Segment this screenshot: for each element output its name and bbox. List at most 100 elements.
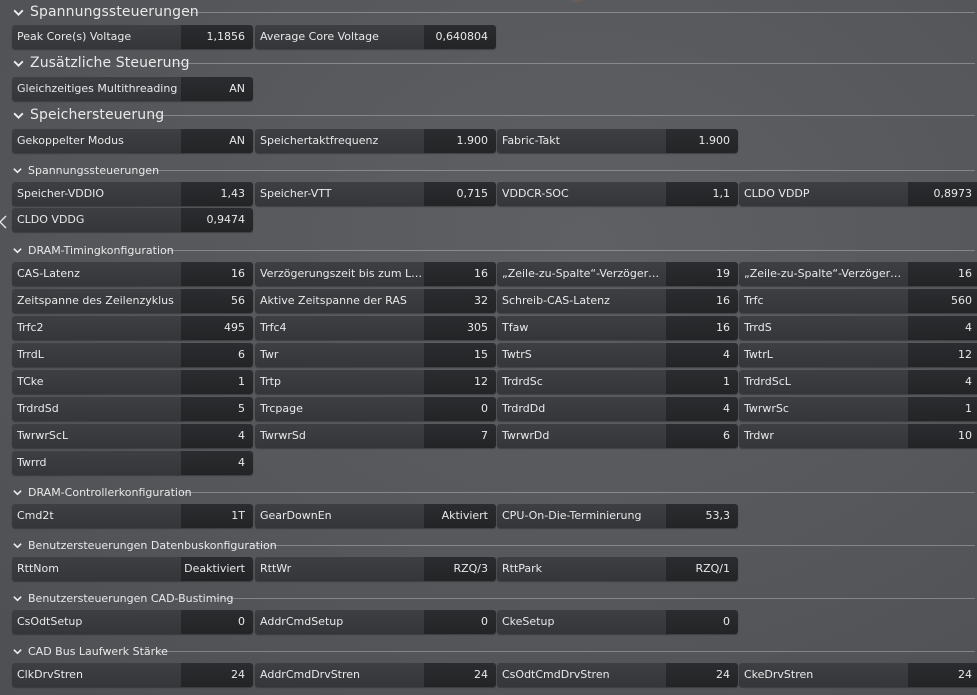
setting-value[interactable]: 0,8973 [908,182,977,206]
setting-value[interactable]: RZQ/1 [666,557,738,581]
setting-field[interactable]: TwrwrScL 4 [12,424,253,448]
setting-value[interactable]: AN [181,129,253,153]
setting-field[interactable]: RttWr RZQ/3 [255,557,496,581]
setting-field[interactable]: Fabric-Takt 1.900 [497,129,738,153]
setting-value[interactable]: 0 [181,610,253,634]
chevron-down-icon[interactable] [12,109,25,122]
setting-value[interactable]: 16 [424,262,496,286]
setting-value[interactable]: 6 [181,343,253,367]
setting-field[interactable]: Speicher-VTT 0,715 [255,182,496,206]
section-header-cad-drive[interactable]: CAD Bus Laufwerk Stärke [0,640,977,662]
setting-field[interactable]: CLDO VDDP 0,8973 [739,182,977,206]
setting-field[interactable]: Verzögerungszeit bis zum Lade... 16 [255,262,496,286]
setting-field[interactable]: Aktive Zeitspanne der RAS 32 [255,289,496,313]
section-header-memory[interactable]: Speichersteuerung [0,104,977,126]
setting-value[interactable]: 1,1856 [181,25,253,49]
setting-field[interactable]: Tfaw 16 [497,316,738,340]
section-header-extra[interactable]: Zusätzliche Steuerung [0,52,977,74]
setting-field[interactable]: AddrCmdSetup 0 [255,610,496,634]
setting-value[interactable]: 16 [666,289,738,313]
chevron-down-icon[interactable] [12,57,25,70]
setting-field[interactable]: RttPark RZQ/1 [497,557,738,581]
setting-field[interactable]: TwtrL 12 [739,343,977,367]
setting-value[interactable]: 1,43 [181,182,253,206]
setting-value[interactable]: 1 [666,370,738,394]
setting-field[interactable]: TrrdS 4 [739,316,977,340]
setting-field[interactable]: Trdwr 10 [739,424,977,448]
setting-field[interactable]: AddrCmdDrvStren 24 [255,663,496,687]
setting-value[interactable]: 4 [666,397,738,421]
setting-field[interactable]: Peak Core(s) Voltage 1,1856 [12,25,253,49]
setting-value[interactable]: 5 [181,397,253,421]
setting-value[interactable]: 32 [424,289,496,313]
setting-value[interactable]: 1.900 [666,129,738,153]
section-header-voltage[interactable]: Spannungssteuerungen [0,1,977,23]
setting-field[interactable]: Zeitspanne des Zeilenzyklus 56 [12,289,253,313]
setting-field[interactable]: Trfc4 305 [255,316,496,340]
setting-value[interactable]: 0 [666,610,738,634]
setting-value[interactable]: 4 [181,424,253,448]
setting-field[interactable]: Gleichzeitiges Multithreading AN [12,77,253,101]
setting-field[interactable]: CPU-On-Die-Terminierung 53,3 [497,504,738,528]
setting-value[interactable]: 0,715 [424,182,496,206]
setting-value[interactable]: 12 [424,370,496,394]
setting-field[interactable]: Twr 15 [255,343,496,367]
setting-value[interactable]: 4 [666,343,738,367]
setting-field[interactable]: Average Core Voltage 0,640804 [255,25,496,49]
setting-field[interactable]: Cmd2t 1T [12,504,253,528]
setting-value[interactable]: 15 [424,343,496,367]
setting-value[interactable]: 4 [181,451,253,475]
setting-value[interactable]: 1,1 [666,182,738,206]
setting-value[interactable]: 24 [666,663,738,687]
setting-field[interactable]: TrdrdDd 4 [497,397,738,421]
setting-value[interactable]: 6 [666,424,738,448]
section-header-dram-ctrl[interactable]: DRAM-Controllerkonfiguration [0,481,977,503]
setting-value[interactable]: 305 [424,316,496,340]
setting-field[interactable]: Trfc 560 [739,289,977,313]
setting-field[interactable]: RttNom Deaktiviert [12,557,253,581]
setting-field[interactable]: TwrwrDd 6 [497,424,738,448]
setting-field[interactable]: TrrdL 6 [12,343,253,367]
setting-value[interactable]: 53,3 [666,504,738,528]
setting-field[interactable]: CkeSetup 0 [497,610,738,634]
setting-field[interactable]: GearDownEn Aktiviert [255,504,496,528]
chevron-left-icon[interactable] [0,215,7,229]
setting-field[interactable]: Schreib-CAS-Latenz 16 [497,289,738,313]
setting-value[interactable]: 560 [908,289,977,313]
section-header-cad-timing[interactable]: Benutzersteuerungen CAD-Bustiming [0,587,977,609]
setting-field[interactable]: Trcpage 0 [255,397,496,421]
setting-value[interactable]: 495 [181,316,253,340]
setting-field[interactable]: TrdrdSc 1 [497,370,738,394]
chevron-down-icon[interactable] [12,165,23,176]
setting-value[interactable]: 0 [424,397,496,421]
setting-value[interactable]: 12 [908,343,977,367]
setting-field[interactable]: TCke 1 [12,370,253,394]
chevron-down-icon[interactable] [12,245,23,256]
setting-field[interactable]: TwrwrSd 7 [255,424,496,448]
setting-field[interactable]: Trtp 12 [255,370,496,394]
setting-field[interactable]: CkeDrvStren 24 [739,663,977,687]
setting-value[interactable]: 16 [666,316,738,340]
setting-field[interactable]: CAS-Latenz 16 [12,262,253,286]
setting-value[interactable]: 1T [181,504,253,528]
setting-value[interactable]: 4 [908,316,977,340]
setting-value[interactable]: 0,9474 [181,208,253,232]
setting-value[interactable]: 56 [181,289,253,313]
setting-value[interactable]: RZQ/3 [424,557,496,581]
setting-value[interactable]: 24 [181,663,253,687]
setting-value[interactable]: Deaktiviert [181,557,253,581]
setting-field[interactable]: TrdrdSd 5 [12,397,253,421]
setting-value[interactable]: 1 [181,370,253,394]
setting-field[interactable]: TwrwrSc 1 [739,397,977,421]
setting-value[interactable]: 10 [908,424,977,448]
setting-field[interactable]: ClkDrvStren 24 [12,663,253,687]
setting-value[interactable]: 4 [908,370,977,394]
setting-value[interactable]: 24 [908,663,977,687]
setting-field[interactable]: CsOdtCmdDrvStren 24 [497,663,738,687]
setting-field[interactable]: Gekoppelter Modus AN [12,129,253,153]
section-header-mem-voltage[interactable]: Spannungssteuerungen [0,159,977,181]
setting-value[interactable]: 16 [908,262,977,286]
setting-value[interactable]: 1 [908,397,977,421]
setting-field[interactable]: „Zeile-zu-Spalte“-Verzögerungs...16 [739,262,977,286]
setting-value[interactable]: 0 [424,610,496,634]
